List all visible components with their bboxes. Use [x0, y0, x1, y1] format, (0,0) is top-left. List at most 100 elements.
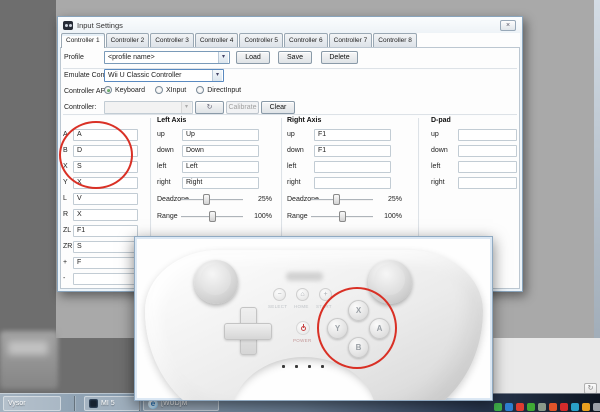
- tab-controller-5[interactable]: Controller 5: [239, 33, 284, 47]
- left-axis-right-field[interactable]: Right: [182, 177, 259, 189]
- button-mapping-field[interactable]: A: [73, 129, 138, 141]
- button-mapping-field[interactable]: X: [73, 209, 138, 221]
- phone-icon: [89, 399, 98, 408]
- right-axis-down-label: down: [287, 147, 304, 154]
- tray-icon-3[interactable]: [516, 403, 524, 411]
- radio-xinput[interactable]: XInput: [154, 86, 187, 94]
- tab-controller-2[interactable]: Controller 2: [105, 33, 150, 47]
- taskbar-button-mi5[interactable]: MI 5: [84, 396, 140, 411]
- button-mapping-field[interactable]: S: [73, 161, 138, 173]
- controller-tabs: Controller 1 Controller 2 Controller 3 C…: [61, 33, 418, 48]
- button-mapping-field[interactable]: X: [73, 177, 138, 189]
- save-button[interactable]: Save: [278, 51, 312, 64]
- tray-icon-10[interactable]: [593, 403, 600, 411]
- dpad-down-label: down: [431, 147, 448, 154]
- radio-keyboard[interactable]: Keyboard: [104, 86, 145, 94]
- button-mapping-field[interactable]: D: [73, 145, 138, 157]
- slider-thumb[interactable]: [339, 211, 346, 222]
- face-button-a: A: [369, 318, 390, 339]
- radio-xinput-label: XInput: [165, 86, 187, 94]
- left-analog-stick: [194, 260, 238, 304]
- tray-icon-8[interactable]: [571, 403, 579, 411]
- tray-icon-7[interactable]: [560, 403, 568, 411]
- button-mapping-field[interactable]: [73, 273, 138, 285]
- right-axis-right-field[interactable]: [314, 177, 391, 189]
- mi5-label: MI 5: [101, 400, 115, 407]
- radio-directinput[interactable]: DirectInput: [196, 86, 241, 94]
- taskbar-divider: [74, 396, 75, 411]
- chevron-down-icon[interactable]: ▾: [218, 52, 228, 63]
- power-label: POWER: [293, 338, 312, 343]
- player-led: [308, 365, 311, 368]
- tab-controller-1[interactable]: Controller 1: [61, 33, 105, 48]
- dialog-title: Input Settings: [77, 20, 123, 30]
- radio-dot-icon: [154, 86, 163, 94]
- controller-api-label: Controller API:: [64, 88, 110, 95]
- slider-thumb[interactable]: [209, 211, 216, 222]
- tab-controller-6[interactable]: Controller 6: [284, 33, 328, 47]
- player-led: [282, 365, 285, 368]
- right-axis-up-label: up: [287, 131, 295, 138]
- calibrate-button[interactable]: Calibrate: [226, 101, 259, 114]
- close-button[interactable]: ×: [500, 20, 516, 31]
- home-button-icon: ⌂: [296, 288, 309, 301]
- power-button: [296, 321, 310, 335]
- delete-button[interactable]: Delete: [321, 51, 358, 64]
- tab-controller-4[interactable]: Controller 4: [194, 33, 239, 47]
- tray-icon-2[interactable]: [505, 403, 513, 411]
- profile-combobox[interactable]: <profile name> ▾: [104, 51, 230, 64]
- dpad-right-field[interactable]: [458, 177, 517, 189]
- tray-icon-1[interactable]: [494, 403, 502, 411]
- radio-dot-icon: [196, 86, 205, 94]
- dpad-left-field[interactable]: [458, 161, 517, 173]
- tab-controller-8[interactable]: Controller 8: [373, 33, 417, 47]
- right-axis-down-field[interactable]: F1: [314, 145, 391, 157]
- right-axis-deadzone-slider[interactable]: [311, 194, 373, 206]
- tray-icon-6[interactable]: [549, 403, 557, 411]
- clear-button[interactable]: Clear: [261, 101, 295, 114]
- controller-combobox[interactable]: ▾: [104, 101, 193, 114]
- desktop: ↻ Input Settings × Controller 1 Controll…: [0, 0, 600, 412]
- slider-thumb[interactable]: [203, 194, 210, 205]
- tray-icon-4[interactable]: [527, 403, 535, 411]
- right-axis-up-field[interactable]: F1: [314, 129, 391, 141]
- left-axis-down-field[interactable]: Down: [182, 145, 259, 157]
- right-axis-range-value: 100%: [384, 213, 402, 220]
- left-axis-down-label: down: [157, 147, 174, 154]
- radio-keyboard-label: Keyboard: [115, 86, 145, 94]
- controller-api-radios: Keyboard XInput DirectInput: [104, 86, 251, 94]
- radio-directinput-label: DirectInput: [207, 86, 242, 94]
- home-label: HOME: [294, 304, 309, 309]
- button-mapping-field[interactable]: F1: [73, 225, 138, 237]
- button-mapping-field[interactable]: F: [73, 257, 138, 269]
- load-button[interactable]: Load: [236, 51, 270, 64]
- left-axis-up-field[interactable]: Up: [182, 129, 259, 141]
- taskbar-button-vysor[interactable]: Vysor: [3, 396, 61, 411]
- controller-label: Controller:: [64, 104, 97, 111]
- tab-controller-3[interactable]: Controller 3: [150, 33, 194, 47]
- dpad-header: D-pad: [431, 117, 451, 124]
- tab-controller-7[interactable]: Controller 7: [328, 33, 373, 47]
- left-axis-range-slider[interactable]: [181, 211, 243, 223]
- select-label: SELECT: [268, 304, 288, 309]
- slider-thumb[interactable]: [333, 194, 340, 205]
- left-axis-deadzone-slider[interactable]: [181, 194, 243, 206]
- emulate-controller-combobox[interactable]: Wii U Classic Controller ▾: [104, 69, 224, 82]
- tray-icon-9[interactable]: [582, 403, 590, 411]
- cemu-app-icon: [63, 20, 73, 30]
- tray-icon-5[interactable]: [538, 403, 546, 411]
- profile-label: Profile: [64, 54, 84, 61]
- chevron-down-icon[interactable]: ▾: [212, 70, 222, 81]
- right-axis-range-slider[interactable]: [311, 211, 373, 223]
- dialog-titlebar[interactable]: Input Settings: [58, 17, 522, 33]
- left-stick-cap: [200, 264, 231, 295]
- dpad-up-field[interactable]: [458, 129, 517, 141]
- dpad-down-field[interactable]: [458, 145, 517, 157]
- button-mapping-field[interactable]: S: [73, 241, 138, 253]
- right-axis-left-field[interactable]: [314, 161, 391, 173]
- right-axis-header: Right Axis: [287, 117, 322, 124]
- left-axis-left-field[interactable]: Left: [182, 161, 259, 173]
- refresh-button[interactable]: ↻: [195, 101, 224, 114]
- refresh-icon: ↻: [206, 104, 213, 111]
- button-mapping-field[interactable]: V: [73, 193, 138, 205]
